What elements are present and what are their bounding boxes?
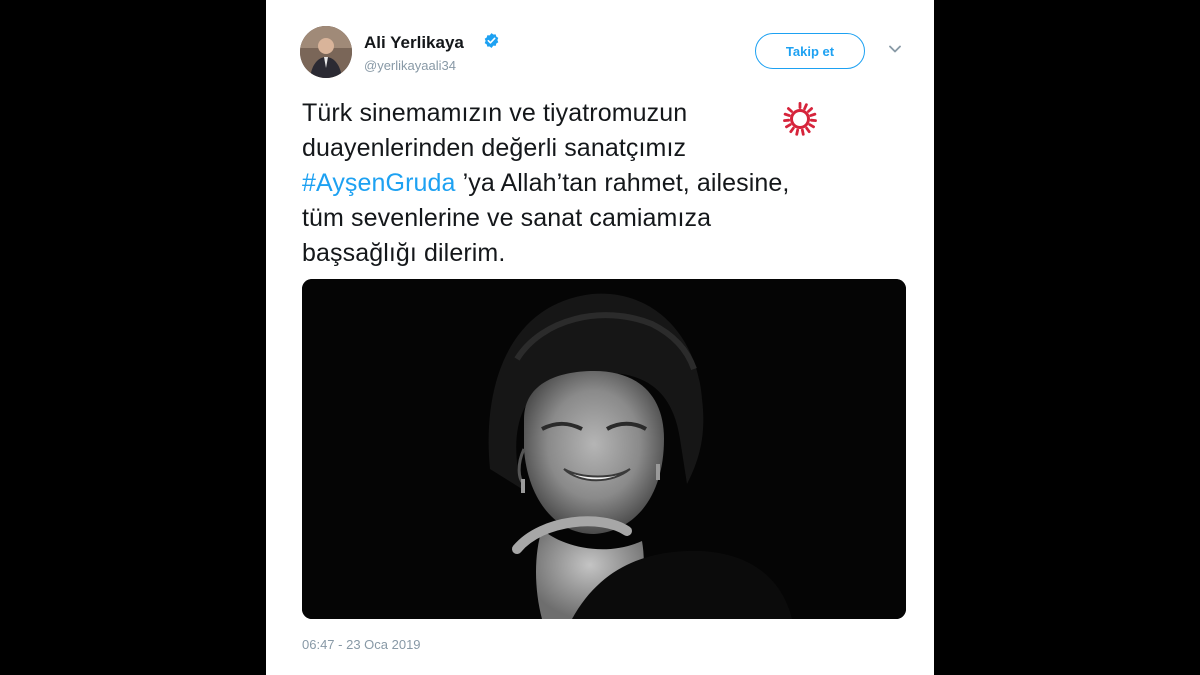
circular-logo-icon: [782, 101, 818, 137]
follow-button[interactable]: Takip et: [755, 33, 865, 69]
tweet-card: Ali Yerlikaya @yerlikayaali34 Takip et T…: [266, 0, 934, 675]
hashtag-link[interactable]: #AyşenGruda: [302, 169, 456, 197]
verified-badge-icon: [483, 32, 500, 49]
tweet-timestamp[interactable]: 06:47 - 23 Oca 2019: [302, 637, 421, 652]
avatar-image: [300, 26, 352, 78]
tweet-text-line: #AyşenGruda ’ya Allah’tan rahmet, ailesi…: [302, 166, 872, 201]
tweet-text-line: başsağlığı dilerim.: [302, 239, 506, 267]
author-handle[interactable]: @yerlikayaali34: [364, 58, 456, 73]
avatar[interactable]: [300, 26, 352, 78]
tweet-text-line: tüm sevenlerine ve sanat camiamıza: [302, 204, 712, 232]
tweet-photo[interactable]: [302, 279, 906, 619]
author-name[interactable]: Ali Yerlikaya: [364, 33, 464, 53]
tweet-text-segment: ’ya Allah’tan rahmet, ailesine,: [455, 169, 790, 197]
chevron-down-icon[interactable]: [888, 44, 902, 54]
